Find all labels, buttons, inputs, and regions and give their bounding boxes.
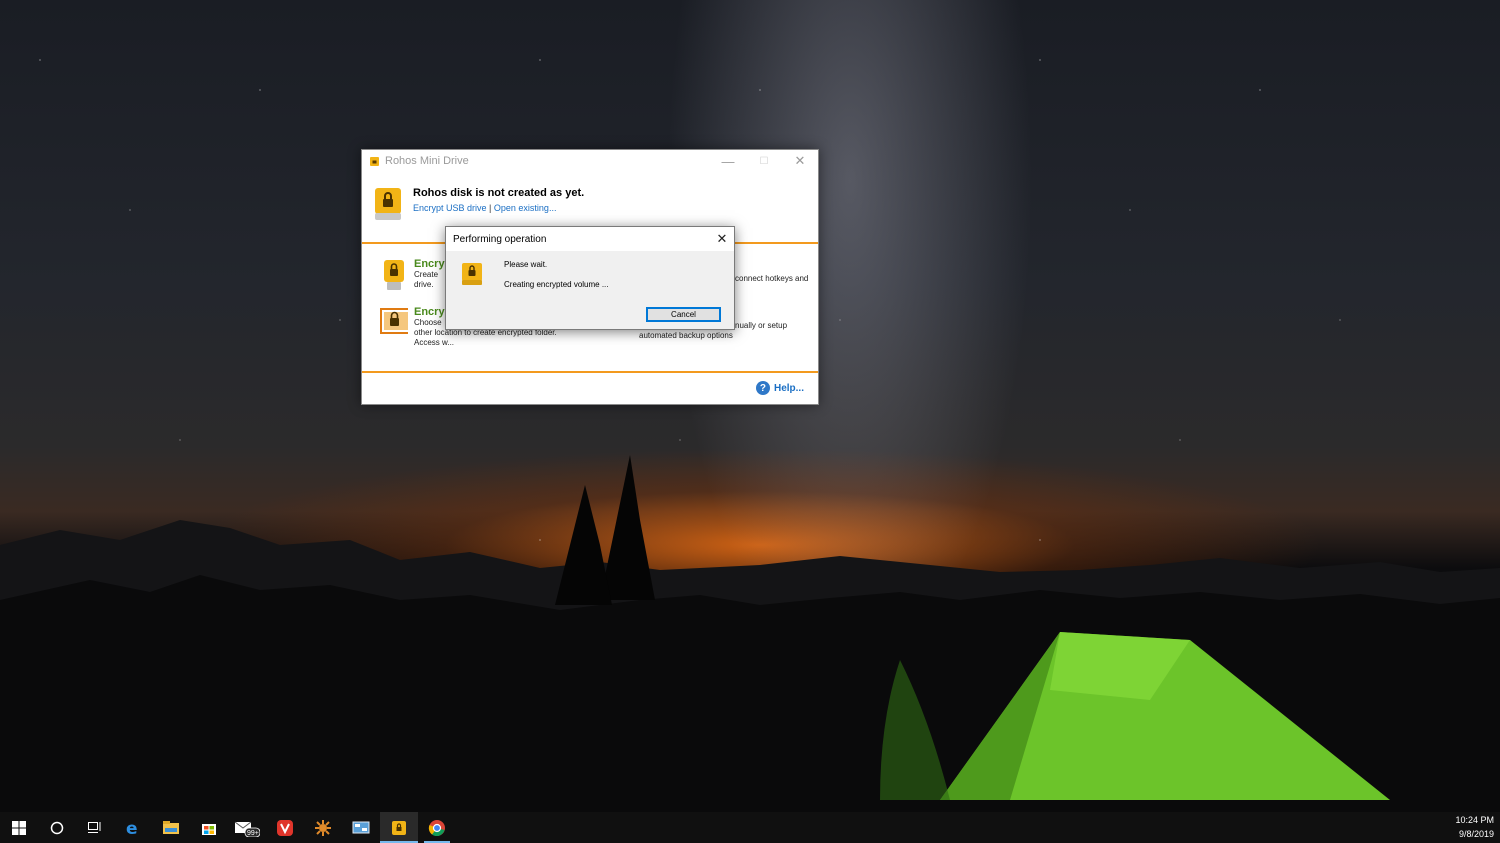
help-icon: ?: [755, 381, 770, 395]
clock-time: 10:24 PM: [1455, 815, 1494, 825]
rohos-drive-icon: [462, 263, 482, 285]
store-icon: [202, 823, 216, 835]
help-link[interactable]: ? Help...: [755, 381, 804, 395]
footer-divider: [362, 371, 818, 373]
option2-desc-3: Access w...: [414, 338, 455, 347]
rohos-taskbar-button[interactable]: [380, 812, 418, 843]
usb-drive-lock-icon: [375, 188, 401, 220]
search-button[interactable]: [38, 812, 76, 843]
open-existing-link[interactable]: Open existing...: [494, 203, 557, 213]
mail-badge: 99+: [247, 830, 259, 837]
windows-start-icon: [12, 820, 26, 835]
edge-icon: e: [126, 819, 138, 837]
file-explorer-taskbar-button[interactable]: [152, 812, 190, 843]
option2-right-2: automated backup options: [639, 331, 733, 340]
svg-text:e: e: [126, 819, 138, 837]
desktop-wallpaper: [0, 0, 1500, 812]
taskbar: e 99+ 10:24 PM 9/8/2019: [0, 812, 1500, 843]
clock-date: 9/8/2019: [1458, 829, 1494, 839]
mail-taskbar-button[interactable]: 99+: [228, 812, 266, 843]
close-button[interactable]: ✕: [782, 150, 818, 172]
dialog-message-wait: Please wait.: [504, 260, 548, 269]
chrome-icon: [428, 819, 445, 836]
folder-lock-icon: [380, 308, 408, 334]
dialog-title-bar[interactable]: Performing operation ✕: [446, 227, 734, 251]
mail-icon: 99+: [234, 821, 260, 837]
start-button[interactable]: [0, 812, 38, 843]
encrypt-usb-link[interactable]: Encrypt USB drive: [413, 203, 487, 213]
option1-desc-1: Create: [414, 270, 439, 279]
chrome-taskbar-button[interactable]: [418, 812, 456, 843]
dialog-message-status: Creating encrypted volume ...: [504, 280, 609, 289]
performing-operation-dialog: Performing operation ✕ Please wait. Crea…: [445, 226, 735, 330]
task-view-icon: [88, 821, 101, 833]
help-label: Help...: [773, 382, 804, 394]
system-clock[interactable]: 10:24 PM 9/8/2019: [1455, 813, 1494, 841]
status-title: Rohos disk is not created as yet.: [413, 187, 585, 199]
option1-title: Encry: [414, 258, 445, 270]
vivaldi-taskbar-button[interactable]: [266, 812, 304, 843]
control-panel-icon: [352, 821, 370, 833]
mountain-silhouette: [0, 455, 1500, 812]
gear-app-icon: [315, 819, 331, 836]
link-separator: |: [489, 203, 492, 213]
action-links: Encrypt USB drive | Open existing...: [413, 203, 584, 213]
search-icon: [50, 821, 64, 834]
title-bar[interactable]: Rohos Mini Drive — ☐ ✕: [362, 150, 818, 172]
app-taskbar-button[interactable]: [304, 812, 342, 843]
option1-right-text: connect hotkeys and: [735, 274, 809, 283]
minimize-button[interactable]: —: [710, 150, 746, 172]
option1-desc-2: drive.: [414, 280, 434, 289]
dialog-title: Performing operation: [453, 233, 547, 245]
task-view-button[interactable]: [76, 812, 114, 843]
control-panel-taskbar-button[interactable]: [342, 812, 380, 843]
store-taskbar-button[interactable]: [190, 812, 228, 843]
option-encrypt-usb[interactable]: Encry Create drive.: [380, 258, 445, 292]
window-title: Rohos Mini Drive: [385, 155, 469, 167]
status-header: Rohos disk is not created as yet. Encryp…: [372, 186, 584, 222]
rohos-icon: [392, 820, 406, 835]
file-explorer-icon: [163, 820, 179, 834]
edge-taskbar-button[interactable]: e: [114, 812, 152, 843]
vivaldi-icon: [277, 819, 293, 836]
maximize-button[interactable]: ☐: [746, 150, 782, 172]
rohos-app-icon: [370, 156, 379, 166]
usb-lock-icon: [384, 260, 404, 290]
dialog-close-button[interactable]: ✕: [710, 227, 734, 251]
cancel-button[interactable]: Cancel: [646, 307, 721, 322]
